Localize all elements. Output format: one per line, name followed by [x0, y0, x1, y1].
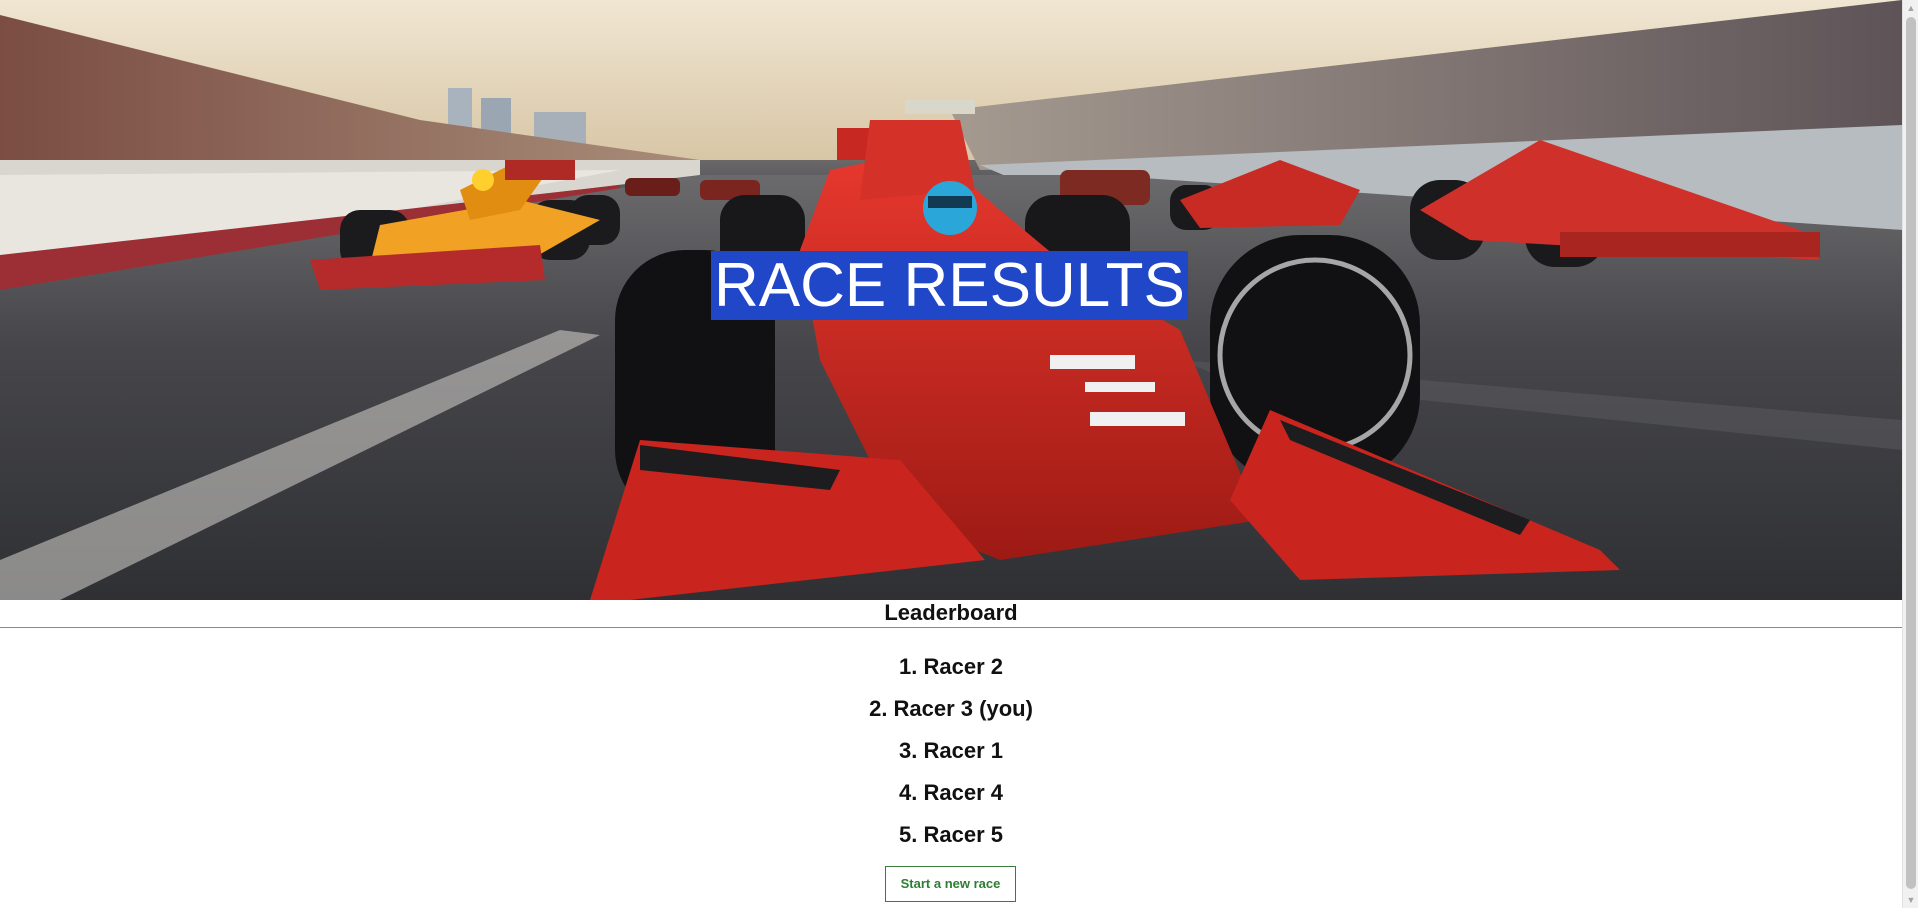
leaderboard-entry: 5. Racer 5	[899, 822, 1003, 847]
leaderboard-entry: 3. Racer 1	[899, 738, 1003, 763]
start-new-race-button[interactable]: Start a new race	[885, 866, 1016, 902]
page: RACE RESULTS Leaderboard 1. Racer 2 2. R…	[0, 0, 1902, 908]
scrollbar-thumb[interactable]	[1906, 17, 1916, 889]
leaderboard-entry: 2. Racer 3 (you)	[869, 696, 1033, 721]
vertical-scrollbar[interactable]: ▲ ▼	[1902, 0, 1918, 908]
divider	[0, 627, 1902, 628]
hero-banner: RACE RESULTS	[0, 0, 1902, 600]
scroll-down-arrow-icon[interactable]: ▼	[1903, 892, 1918, 908]
leaderboard-entry: 1. Racer 2	[899, 654, 1003, 679]
leaderboard-list: 1. Racer 2 2. Racer 3 (you) 3. Racer 1 4…	[0, 650, 1902, 860]
scroll-up-arrow-icon[interactable]: ▲	[1903, 0, 1918, 16]
leaderboard-entry: 4. Racer 4	[899, 780, 1003, 805]
leaderboard-title: Leaderboard	[884, 600, 1018, 625]
page-title: RACE RESULTS	[711, 251, 1188, 320]
